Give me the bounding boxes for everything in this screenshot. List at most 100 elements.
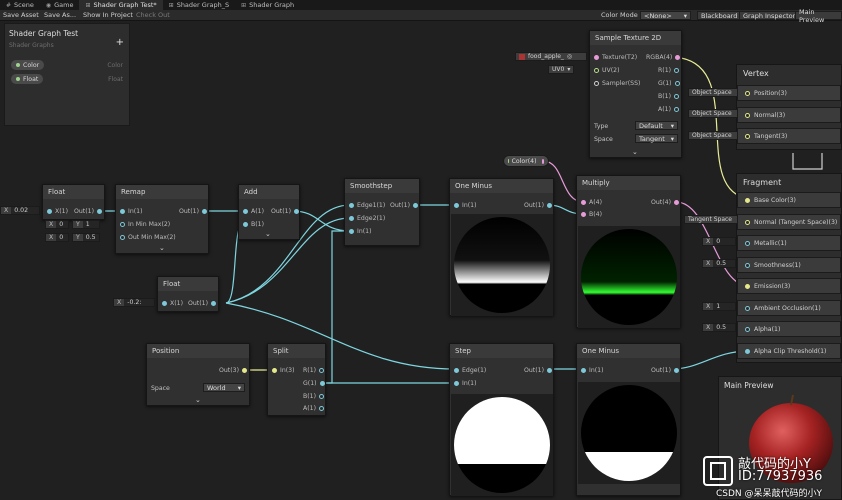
show-in-project-button[interactable]: Show In Project <box>83 11 133 19</box>
vertex-row-position[interactable]: Position(3) <box>737 85 841 101</box>
check-out-button[interactable]: Check Out <box>136 11 170 19</box>
port-a[interactable]: A(1) <box>243 208 264 215</box>
float2-x-input[interactable]: X -0.2: <box>113 298 155 307</box>
port-b[interactable]: B(1) <box>303 393 325 400</box>
port-out[interactable]: Out(1) <box>524 202 552 209</box>
port-out[interactable]: Out(1) <box>271 208 299 215</box>
space-select[interactable]: Tangent ▾ <box>635 134 678 143</box>
one-minus-node-2[interactable]: One Minus In(1) Out(1) <box>576 343 681 496</box>
remap-out-min-x[interactable]: X0 <box>45 233 69 242</box>
port-b[interactable]: B(4) <box>581 211 602 218</box>
fragment-row-alpha-clip[interactable]: Alpha Clip Threshold(1) <box>737 343 841 359</box>
tab-shader-graph-test[interactable]: ⊞ Shader Graph Test* <box>79 0 163 10</box>
chevron-down-icon[interactable]: ⌄ <box>159 244 165 252</box>
save-as-button[interactable]: Save As... <box>44 11 76 19</box>
add-property-icon[interactable]: + <box>116 37 124 48</box>
port-out-min-max[interactable]: Out Min Max(2) <box>120 234 176 241</box>
port-b[interactable]: B(1) <box>658 93 680 100</box>
metallic-input[interactable]: X0 <box>702 237 736 246</box>
main-preview-button[interactable]: Main Preview <box>795 8 842 24</box>
fragment-row-base-color[interactable]: Base Color(3) <box>737 192 841 208</box>
property-color[interactable]: Color <box>11 60 45 70</box>
tab-game[interactable]: ◉ Game <box>40 0 80 10</box>
smoothness-input[interactable]: X 0.5 <box>702 259 736 268</box>
chevron-down-icon[interactable]: ⌄ <box>632 148 638 156</box>
vertex-row-normal[interactable]: Normal(3) <box>737 107 841 123</box>
normal-space-input[interactable]: Object Space <box>688 109 738 118</box>
port-in[interactable]: In(1) <box>581 367 604 374</box>
position-space-input[interactable]: Object Space <box>688 88 738 97</box>
port-in[interactable]: In(3) <box>272 367 295 374</box>
fragment-row-metallic[interactable]: Metallic(1) <box>737 235 841 251</box>
port-out[interactable]: Out(4) <box>651 199 679 206</box>
alpha-input[interactable]: X 0.5 <box>702 323 736 332</box>
port-x-in[interactable]: X(1) <box>162 300 183 307</box>
space-select[interactable]: World ▾ <box>203 383 245 392</box>
port-r[interactable]: R(1) <box>658 67 680 74</box>
chevron-down-icon[interactable]: ⌄ <box>195 396 201 404</box>
property-float[interactable]: Float <box>11 74 44 84</box>
ambient-occlusion-input[interactable]: X1 <box>702 302 736 311</box>
fragment-row-normal[interactable]: Normal (Tangent Space)(3) <box>737 214 841 230</box>
tab-shader-graph-s[interactable]: ⊞ Shader Graph_S <box>163 0 235 10</box>
color-mode-select[interactable]: <None> ▾ <box>640 11 691 20</box>
tangent-space-input[interactable]: Object Space <box>688 131 738 140</box>
port-edge[interactable]: Edge(1) <box>454 367 486 374</box>
step-node[interactable]: Step Edge(1) In(1) Out(1) <box>449 343 554 496</box>
port-out[interactable]: Out(1) <box>524 367 552 374</box>
one-minus-node[interactable]: One Minus In(1) Out(1) <box>449 178 554 316</box>
port-x-in[interactable]: X(1) <box>47 208 68 215</box>
chevron-down-icon[interactable]: ⌄ <box>265 230 271 238</box>
port-texture[interactable]: Texture(T2) <box>594 54 637 61</box>
add-node[interactable]: Add A(1) B(1) Out(1) ⌄ <box>238 184 300 240</box>
port-edge1[interactable]: Edge1(1) <box>349 202 385 209</box>
port-in[interactable]: In(1) <box>454 202 477 209</box>
port-b[interactable]: B(1) <box>243 221 264 228</box>
port-in[interactable]: In(1) <box>349 228 372 235</box>
color-property-node[interactable]: Color(4) <box>503 155 549 167</box>
save-asset-button[interactable]: Save Asset <box>3 11 39 19</box>
port-in-min-max[interactable]: In Min Max(2) <box>120 221 170 228</box>
float1-x-input[interactable]: X 0.02 <box>0 206 40 215</box>
port-a[interactable]: A(1) <box>658 106 679 113</box>
tab-scene[interactable]: # Scene <box>0 0 40 10</box>
port-sampler[interactable]: Sampler(SS) <box>594 80 640 87</box>
graph-inspector-button[interactable]: Graph Inspector <box>739 11 800 20</box>
position-node[interactable]: Position Out(3) Space World ▾ ⌄ <box>146 343 250 406</box>
port-a[interactable]: A(1) <box>303 405 324 412</box>
float-node[interactable]: Float X(1) Out(1) <box>42 184 105 220</box>
fragment-row-emission[interactable]: Emission(3) <box>737 278 841 294</box>
sample-texture-2d-node[interactable]: Sample Texture 2D Texture(T2) UV(2) Samp… <box>589 30 682 158</box>
blackboard-button[interactable]: Blackboard <box>697 11 742 20</box>
port-edge2[interactable]: Edge2(1) <box>349 215 385 222</box>
port-out[interactable]: Out(1) <box>188 300 216 307</box>
port-out[interactable]: Out(3) <box>219 367 247 374</box>
port-out[interactable]: Out(1) <box>390 202 418 209</box>
port-g[interactable]: G(1) <box>658 80 680 87</box>
port-out[interactable]: Out(1) <box>179 208 207 215</box>
port-out[interactable]: Out(1) <box>74 208 102 215</box>
port-in[interactable]: In(1) <box>120 208 143 215</box>
tab-shader-graph[interactable]: ⊞ Shader Graph <box>235 0 300 10</box>
port-out[interactable]: Out(1) <box>651 367 679 374</box>
port-rgba[interactable]: RGBA(4) <box>646 54 681 61</box>
port-r[interactable]: R(1) <box>303 367 325 374</box>
smoothstep-node[interactable]: Smoothstep Edge1(1) Edge2(1) In(1) Out(1… <box>344 178 420 246</box>
texture-input-field[interactable]: food_apple_ ◎ <box>515 52 587 61</box>
split-node[interactable]: Split In(3) R(1) G(1) B(1) A(1) <box>267 343 326 416</box>
port-a[interactable]: A(4) <box>581 199 602 206</box>
fragment-row-alpha[interactable]: Alpha(1) <box>737 321 841 337</box>
uv-input-field[interactable]: UV0 ▾ <box>548 65 574 74</box>
remap-in-max-y[interactable]: Y1 <box>72 220 100 229</box>
normal-tangent-space-input[interactable]: Tangent Space <box>684 215 738 224</box>
vertex-row-tangent[interactable]: Tangent(3) <box>737 128 841 144</box>
multiply-node[interactable]: Multiply A(4) B(4) Out(4) <box>576 175 681 328</box>
fragment-row-smoothness[interactable]: Smoothness(1) <box>737 257 841 273</box>
type-select[interactable]: Default ▾ <box>635 121 678 130</box>
port-uv[interactable]: UV(2) <box>594 67 620 74</box>
remap-out-max-y[interactable]: Y 0.5 <box>72 233 100 242</box>
fragment-row-ambient-occlusion[interactable]: Ambient Occlusion(1) <box>737 300 841 316</box>
remap-node[interactable]: Remap In(1) In Min Max(2) Out Min Max(2)… <box>115 184 209 254</box>
port-in[interactable]: In(1) <box>454 380 477 387</box>
float-node-2[interactable]: Float X(1) Out(1) <box>157 276 219 312</box>
